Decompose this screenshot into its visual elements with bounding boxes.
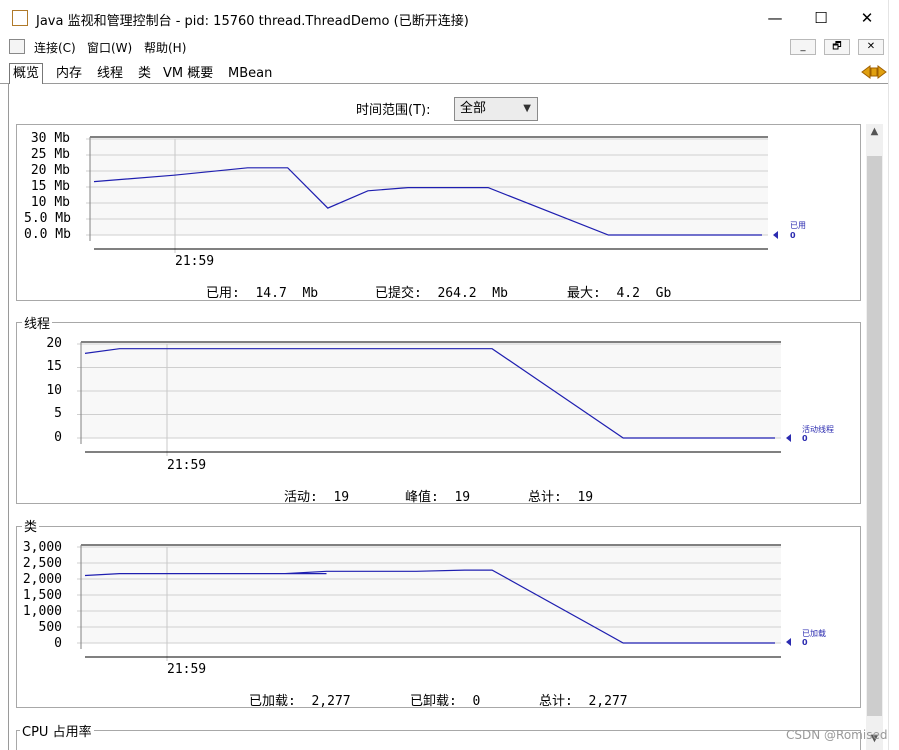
scroll-up-icon[interactable]: ▲	[866, 126, 883, 137]
classes-total-stat: 总计: 2,277	[539, 694, 628, 709]
classes-time-label: 21:59	[167, 662, 207, 677]
watermark: CSDN @Romised	[786, 728, 888, 742]
classes-chart	[77, 544, 781, 661]
classes-loaded-stat: 已加载: 2,277	[249, 694, 351, 709]
window-edge	[888, 0, 899, 750]
cpu-panel	[16, 730, 861, 750]
classes-legend-value: 0	[802, 638, 808, 647]
scrollbar-thumb[interactable]	[867, 156, 882, 716]
cpu-panel-title: CPU 占用率	[20, 721, 94, 740]
vertical-scrollbar[interactable]: ▲ ▼	[866, 124, 883, 750]
legend-marker-icon	[786, 638, 791, 646]
classes-unloaded-stat: 已卸载: 0	[410, 694, 481, 709]
